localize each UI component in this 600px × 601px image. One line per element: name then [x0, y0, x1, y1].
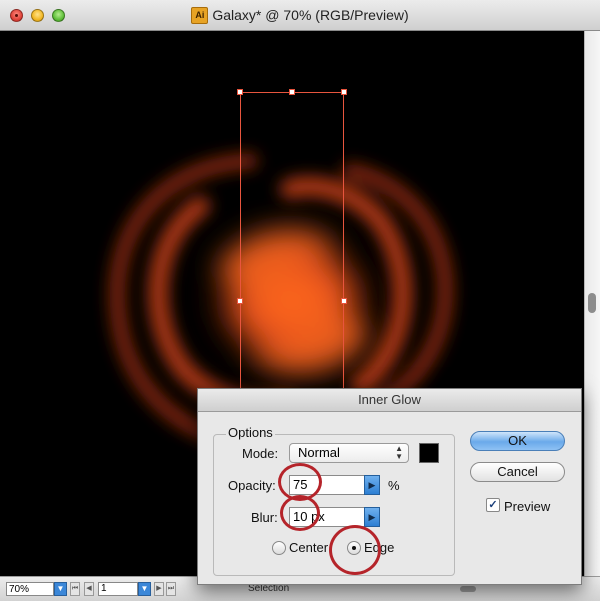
zoom-level-field[interactable]: 70% — [6, 582, 54, 596]
last-artboard-icon[interactable]: ⏭ — [166, 582, 176, 596]
zoom-dropdown-arrow-icon[interactable]: ▼ — [54, 582, 67, 596]
opacity-unit: % — [388, 478, 400, 493]
selection-handle[interactable] — [341, 89, 347, 95]
center-radio-button[interactable] — [272, 541, 286, 555]
blend-mode-value: Normal — [298, 445, 340, 460]
selection-handle[interactable] — [237, 89, 243, 95]
horizontal-scroll-thumb[interactable] — [460, 586, 476, 592]
opacity-stepper-arrow-icon[interactable]: ▶ — [364, 475, 380, 495]
cancel-button[interactable]: Cancel — [470, 462, 565, 482]
options-group-label: Options — [226, 425, 275, 440]
selection-handle[interactable] — [341, 298, 347, 304]
vertical-scroll-thumb[interactable] — [588, 293, 596, 313]
center-radio-label[interactable]: Center — [289, 540, 328, 555]
first-artboard-icon[interactable]: ⏮ — [70, 582, 80, 596]
blur-label: Blur: — [251, 510, 278, 525]
illustrator-document-icon: Ai — [191, 6, 209, 24]
window-title: Ai Galaxy* @ 70% (RGB/Preview) — [0, 0, 600, 30]
artboard-dropdown-arrow-icon[interactable]: ▼ — [138, 582, 151, 596]
dialog-title: Inner Glow — [198, 389, 581, 412]
annotation-circle-edge — [329, 525, 381, 575]
window-title-text: Galaxy* @ 70% (RGB/Preview) — [212, 7, 409, 23]
artboard-number-field[interactable]: 1 — [98, 582, 138, 596]
annotation-circle-blur — [280, 495, 320, 531]
previous-artboard-icon[interactable]: ◀ — [84, 582, 94, 596]
blur-stepper-arrow-icon[interactable]: ▶ — [364, 507, 380, 527]
ok-button[interactable]: OK — [470, 431, 565, 451]
selection-handle[interactable] — [289, 89, 295, 95]
next-artboard-icon[interactable]: ▶ — [154, 582, 164, 596]
preview-checkbox[interactable]: ✓ — [486, 498, 500, 512]
title-bar: Ai Galaxy* @ 70% (RGB/Preview) — [0, 0, 600, 31]
mode-label: Mode: — [242, 446, 279, 461]
vertical-scrollbar[interactable] — [584, 31, 600, 576]
blend-mode-select[interactable]: Normal ▲ ▼ — [289, 443, 409, 463]
selection-handle[interactable] — [237, 298, 243, 304]
select-updown-arrows-icon: ▲ ▼ — [395, 444, 403, 461]
glow-color-swatch[interactable] — [419, 443, 439, 463]
preview-label[interactable]: Preview — [504, 499, 550, 514]
opacity-label: Opacity: — [228, 478, 276, 493]
inner-glow-dialog: Inner Glow Options Mode: Normal ▲ ▼ Opaci… — [197, 388, 582, 585]
